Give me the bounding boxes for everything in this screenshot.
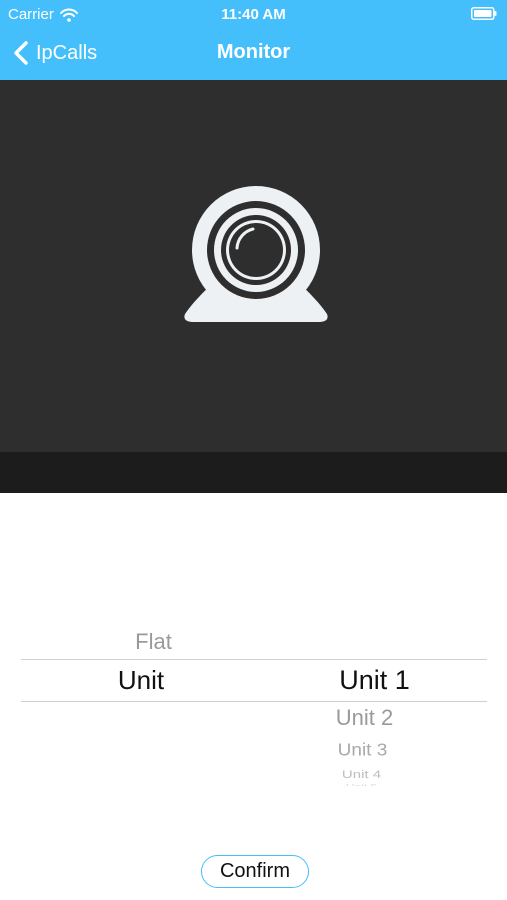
picker-right-option[interactable]: Unit 2 — [232, 707, 497, 729]
picker-left-option[interactable]: Flat — [25, 631, 282, 653]
top-bar: Carrier 11:40 AM IpCalls Monitor — [0, 0, 507, 80]
page-title: Monitor — [216, 41, 291, 63]
battery-icon — [471, 7, 497, 20]
navigation-bar: IpCalls Monitor — [0, 28, 507, 80]
status-time: 11:40 AM — [221, 6, 286, 23]
status-bar: Carrier 11:40 AM — [0, 0, 507, 28]
unit-picker[interactable]: Flat Unit Unit 1 Unit 2 Unit 3 Unit 4 Un… — [0, 493, 507, 823]
preview-footer-strip — [0, 452, 507, 493]
picker-right-option[interactable]: Unit 5 — [229, 783, 494, 786]
picker-right-option[interactable]: Unit 4 — [229, 769, 494, 780]
picker-right-selected[interactable]: Unit 1 — [242, 667, 507, 694]
picker-right-option[interactable]: Unit 3 — [230, 742, 495, 759]
picker-selection-bottom-line — [21, 701, 487, 702]
picker-left-selected[interactable]: Unit — [0, 667, 282, 693]
camera-preview — [0, 80, 507, 452]
webcam-icon — [184, 186, 328, 322]
picker-selection-top-line — [21, 659, 487, 660]
confirm-button[interactable]: Confirm — [201, 855, 309, 888]
